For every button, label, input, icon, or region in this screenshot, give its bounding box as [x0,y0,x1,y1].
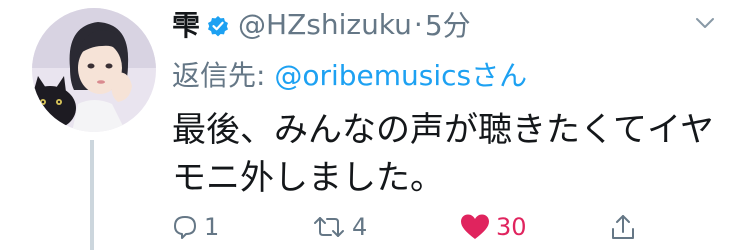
retweet-button[interactable]: 4 [312,208,367,246]
display-name[interactable]: 雫 [172,4,200,44]
reply-button[interactable]: 1 [172,208,219,246]
reply-prefix: 返信先: [172,59,275,92]
reply-suffix: さん [471,59,528,92]
retweet-count: 4 [352,213,368,241]
reply-count: 1 [204,213,220,241]
avatar[interactable] [32,8,156,132]
timestamp[interactable]: 5分 [425,4,471,44]
user-handle[interactable]: @HZshizuku [238,8,412,41]
retweet-icon [314,217,344,237]
verified-badge-icon [206,12,230,37]
like-count: 30 [496,213,527,241]
reply-icon [174,216,196,239]
like-button[interactable]: 30 [460,208,527,246]
share-icon [612,215,634,239]
tweet[interactable]: 雫 @HZshizuku · 5分 返信先: @oribemusicsさん 最後… [0,0,749,250]
tweet-actions: 1 4 30 [172,208,652,246]
separator-dot: · [413,7,423,41]
tweet-header: 雫 @HZshizuku · 5分 [172,4,471,44]
chevron-down-icon[interactable] [694,12,716,34]
tweet-text: 最後、みんなの声が聴きたくてイヤモニ外しました。 [172,110,714,198]
share-button[interactable] [610,208,636,246]
avatar-illustration [32,8,156,132]
thread-line [90,140,94,250]
heart-icon [461,214,489,239]
reply-context: 返信先: @oribemusicsさん [172,54,527,94]
reply-handle-link[interactable]: @oribemusics [274,59,471,92]
